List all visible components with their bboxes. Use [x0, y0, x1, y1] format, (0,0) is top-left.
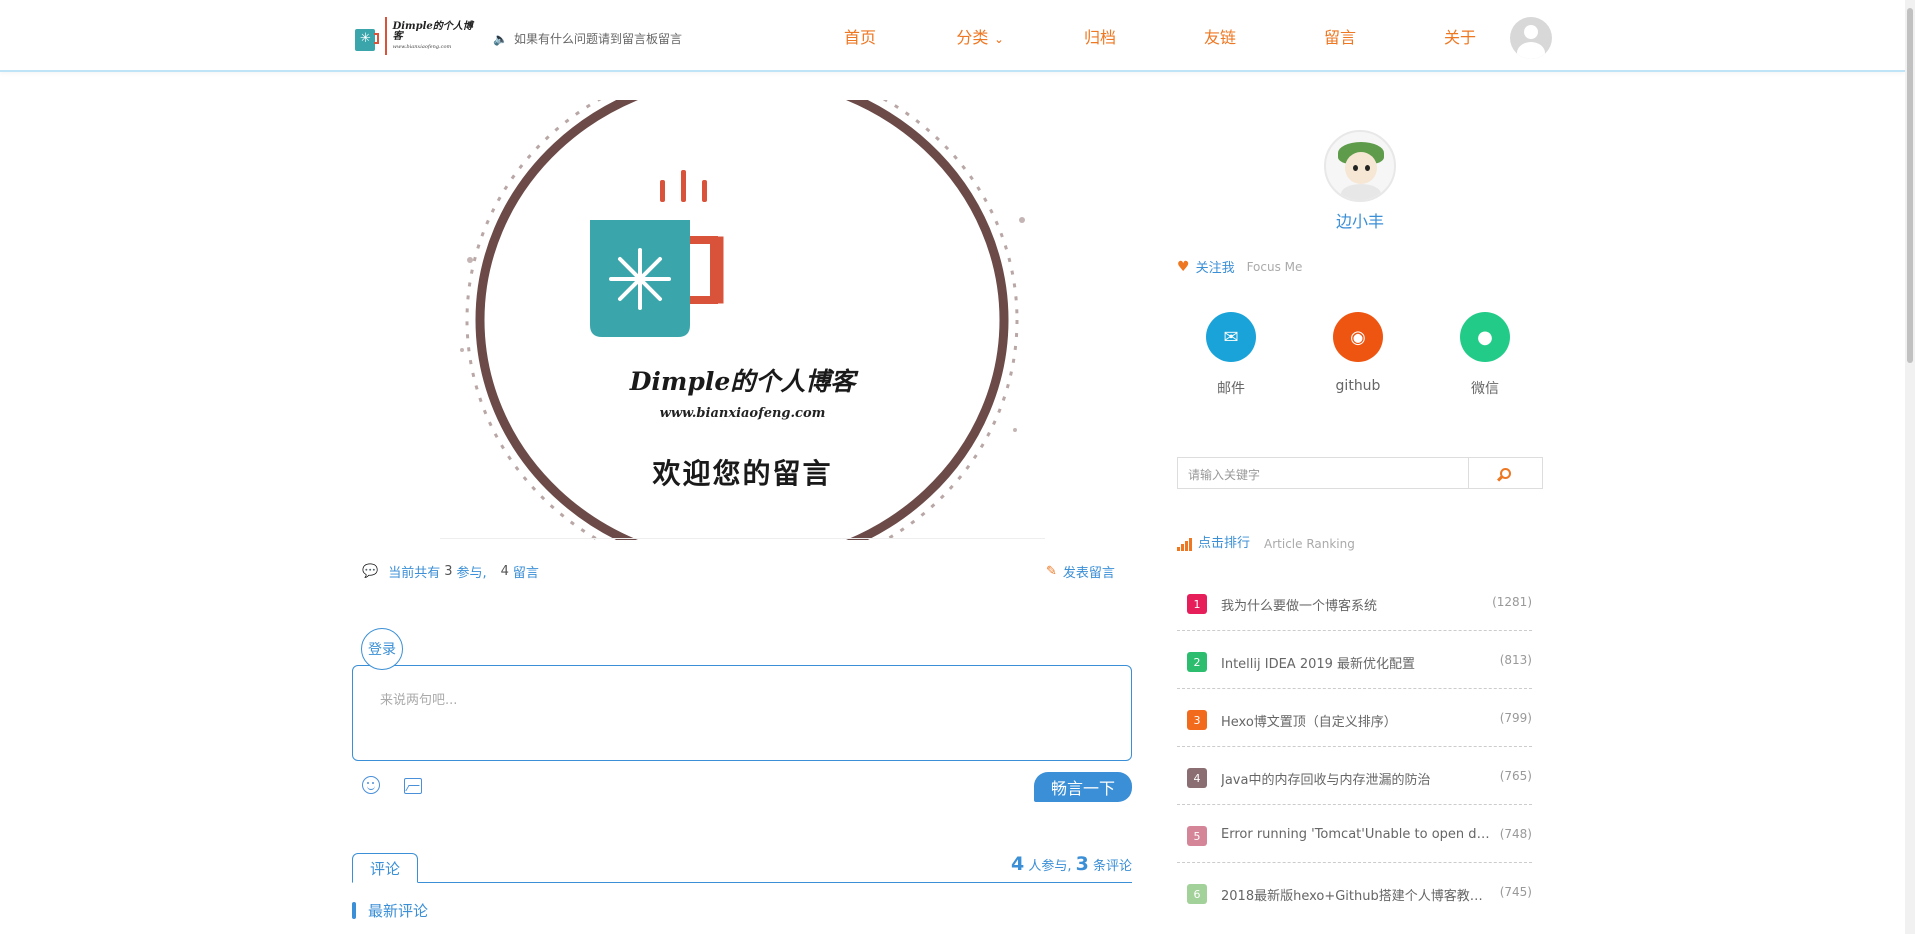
comment-tabs: 评论 4 人参与, 3 条评论: [352, 853, 1132, 883]
focus-heading: ♥ 关注我 Focus Me: [1177, 258, 1303, 277]
rank-badge: 5: [1187, 826, 1207, 846]
rank-badge: 2: [1187, 652, 1207, 672]
list-item[interactable]: 2 Intellij IDEA 2019 最新优化配置 (813): [1177, 631, 1532, 689]
comment-count: 4 人参与, 3 条评论: [1010, 853, 1132, 875]
list-item[interactable]: 5 Error running 'Tomcat'Unable to open d…: [1177, 805, 1532, 863]
nav-category[interactable]: 分类 ⌄: [920, 24, 1040, 48]
rank-title[interactable]: 2018最新版hexo+Github搭建个人博客教程（超详细）: [1221, 885, 1491, 904]
guestbook-banner: Dimple的个人博客 www.bianxiaofeng.com 欢迎您的留言: [440, 100, 1045, 540]
profile-name[interactable]: 边小丰: [1310, 208, 1410, 232]
top-header: ✳ Dimple的个人博客 www.bianxiaofeng.com 🔈 如果有…: [0, 0, 1905, 72]
rank-badge: 3: [1187, 710, 1207, 730]
social-github[interactable]: ◉ github: [1328, 312, 1388, 394]
search-input[interactable]: 请输入关键字: [1188, 466, 1260, 483]
sidebar-search: 请输入关键字: [1177, 457, 1543, 489]
rank-count: (799): [1499, 711, 1532, 725]
speaker-icon: 🔈: [493, 31, 508, 46]
message-count: 4: [500, 564, 509, 579]
nav-about[interactable]: 关于: [1400, 24, 1520, 48]
rank-title[interactable]: Error running 'Tomcat'Unable to open deb…: [1221, 827, 1491, 842]
logo-text: Dimple的个人博客 www.bianxiaofeng.com: [393, 22, 475, 50]
scrollbar-thumb[interactable]: [1907, 8, 1913, 363]
rank-title[interactable]: 我为什么要做一个博客系统: [1221, 595, 1491, 614]
divider: [440, 538, 1045, 539]
heart-icon: ♥: [1177, 258, 1190, 275]
nav-home[interactable]: 首页: [800, 24, 920, 48]
search-icon: [1500, 467, 1511, 479]
mail-icon: ✉: [1206, 312, 1256, 362]
rank-count: (765): [1499, 769, 1532, 783]
logo-subtitle: www.bianxiaofeng.com: [392, 44, 452, 50]
participant-count: 3: [444, 564, 453, 579]
user-avatar[interactable]: [1510, 17, 1552, 59]
emoji-icon[interactable]: [362, 776, 380, 794]
social-wechat[interactable]: ● 微信: [1455, 312, 1515, 398]
rank-title[interactable]: Intellij IDEA 2019 最新优化配置: [1221, 653, 1491, 672]
rank-count: (1281): [1492, 595, 1532, 609]
rank-count: (745): [1499, 885, 1532, 899]
banner-url: www.bianxiaofeng.com: [659, 406, 826, 421]
rank-count: (813): [1499, 653, 1532, 667]
bar-chart-icon: [1177, 538, 1192, 551]
list-item[interactable]: 6 2018最新版hexo+Github搭建个人博客教程（超详细） (745): [1177, 863, 1532, 921]
rank-badge: 4: [1187, 768, 1207, 788]
rank-title[interactable]: Java中的内存回收与内存泄漏的防治: [1221, 769, 1491, 788]
image-upload-icon[interactable]: [404, 778, 422, 794]
chat-icon: 💬: [362, 564, 379, 579]
cup-logo-icon: ✳: [355, 21, 379, 51]
page: ✳ Dimple的个人博客 www.bianxiaofeng.com 🔈 如果有…: [0, 0, 1915, 934]
message-stats: 💬 当前共有 3 参与, 4 留言: [362, 564, 539, 581]
rank-badge: 6: [1187, 884, 1207, 904]
send-comment-button[interactable]: 畅言一下: [1034, 772, 1132, 802]
edit-icon: ✎: [1046, 564, 1057, 579]
nav-archive[interactable]: 归档: [1040, 24, 1160, 48]
nav-links[interactable]: 友链: [1160, 24, 1280, 48]
profile-avatar[interactable]: [1324, 130, 1396, 202]
banner-title: Dimple的个人博客: [629, 367, 856, 396]
logo-title: Dimple的个人博客: [392, 21, 473, 42]
main-nav: 首页 分类 ⌄ 归档 友链 留言 关于: [800, 24, 1520, 48]
ranking-heading: 点击排行 Article Ranking: [1177, 532, 1355, 551]
comment-placeholder: 来说两句吧...: [380, 693, 458, 708]
tab-comments[interactable]: 评论: [352, 853, 418, 883]
list-item[interactable]: 4 Java中的内存回收与内存泄漏的防治 (765): [1177, 747, 1532, 805]
site-logo[interactable]: ✳ Dimple的个人博客 www.bianxiaofeng.com: [355, 16, 475, 56]
rank-title[interactable]: Hexo博文置顶（自定义排序）: [1221, 711, 1491, 730]
list-item[interactable]: 1 我为什么要做一个博客系统 (1281): [1177, 573, 1532, 631]
social-mail[interactable]: ✉ 邮件: [1201, 312, 1261, 398]
github-icon: ◉: [1333, 312, 1383, 362]
rank-badge: 1: [1187, 594, 1207, 614]
nav-guestbook[interactable]: 留言: [1280, 24, 1400, 48]
page-scrollbar[interactable]: [1905, 0, 1915, 934]
login-button[interactable]: 登录: [361, 628, 403, 670]
heading-bar: [352, 902, 356, 919]
ranking-list: 1 我为什么要做一个博客系统 (1281) 2 Intellij IDEA 20…: [1177, 573, 1532, 921]
wechat-icon: ●: [1460, 312, 1510, 362]
latest-comments-heading: 最新评论: [352, 900, 428, 921]
post-message-link[interactable]: ✎ 发表留言: [1046, 562, 1115, 581]
rank-count: (748): [1499, 827, 1532, 841]
notice-text: 如果有什么问题请到留言板留言: [513, 32, 682, 46]
chevron-down-icon: ⌄: [994, 33, 1004, 46]
logo-divider: [384, 17, 387, 55]
list-item[interactable]: 3 Hexo博文置顶（自定义排序） (799): [1177, 689, 1532, 747]
search-button[interactable]: [1468, 458, 1542, 488]
notice-bar: 🔈 如果有什么问题请到留言板留言: [493, 30, 682, 47]
comment-input[interactable]: 来说两句吧...: [352, 665, 1132, 761]
banner-welcome: 欢迎您的留言: [652, 457, 833, 490]
